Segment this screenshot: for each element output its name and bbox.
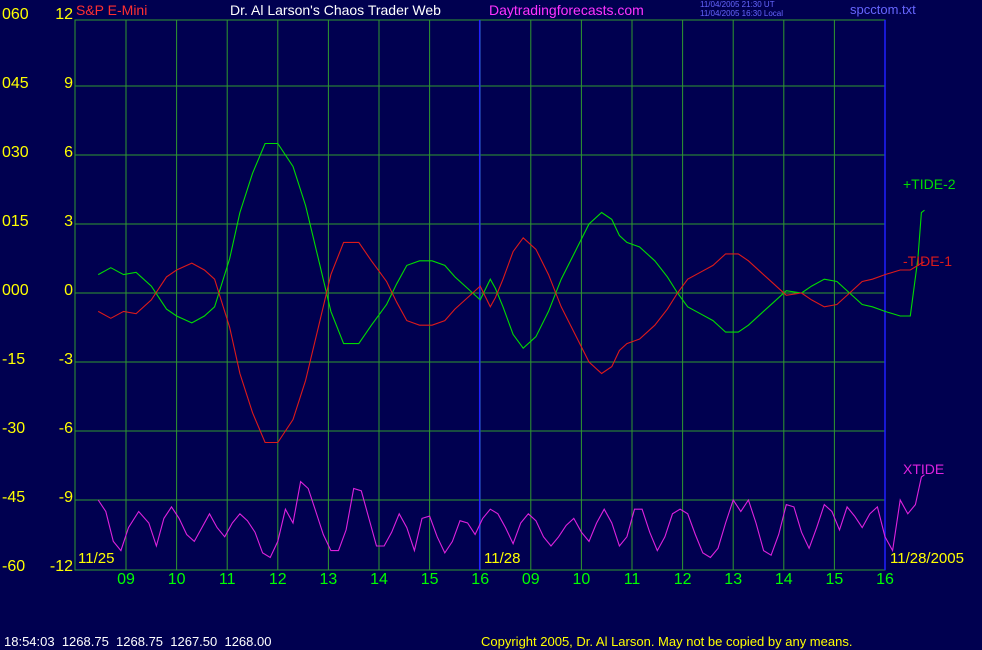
x-tick-label: 10 [572,571,591,588]
y-tick-outer: -30 [2,420,26,437]
legend-xtide: XTIDE [903,461,945,477]
x-tick-label: 14 [774,571,793,588]
x-tick-label: 16 [876,571,894,588]
y-tick-inner: 9 [64,75,73,92]
instrument-label: S&P E-Mini [76,2,148,18]
x-tick-label: 12 [673,571,692,588]
x-tick-label: 09 [117,571,135,588]
x-tick-label: 11 [623,571,641,588]
data-filename: spcctom.txt [850,2,916,17]
x-tick-label: 13 [319,571,338,588]
y-tick-inner: -12 [49,558,73,575]
y-tick-inner: 12 [55,6,73,23]
series-line-0 [97,142,925,350]
x-tick-label: 12 [268,571,287,588]
legend-tide2: +TIDE-2 [903,176,956,192]
grid [74,19,886,571]
y-tick-outer: -45 [2,489,26,506]
x-tick-label: 14 [370,571,388,588]
y-tick-inner: 0 [64,282,73,299]
x-tick-label: 15 [825,571,844,588]
x-tick-label: 10 [167,571,186,588]
copyright-notice: Copyright 2005, Dr. Al Larson. May not b… [481,634,853,649]
y-tick-outer: 015 [2,213,29,230]
series-lines [97,142,925,559]
quote-readout: 18:54:03 1268.75 1268.75 1267.50 1268.00 [4,634,272,649]
y-tick-outer: 060 [2,6,29,23]
y-tick-outer: -60 [2,558,26,575]
timestamp-local: 11/04/2005 16:30 Local [700,9,784,18]
chart-window: S&P E-Mini Dr. Al Larson's Chaos Trader … [0,0,982,650]
series-line-1 [97,236,925,444]
x-tick-label: 09 [521,571,540,588]
legend-tide1: -TIDE-1 [903,253,952,269]
date-label-mid: 11/28 [484,550,521,567]
x-tick-label: 16 [471,571,490,588]
y-tick-outer: 030 [2,144,29,161]
y-tick-inner: -3 [58,351,73,368]
x-tick-label: 15 [420,571,439,588]
site-link[interactable]: Daytradingforecasts.com [489,2,644,18]
y-tick-outer: 045 [2,75,29,92]
timestamp-ut: 11/04/2005 21:30 UT [700,0,775,9]
series-line-2 [97,474,925,559]
y-tick-outer: -15 [2,351,26,368]
date-label-start: 11/25 [78,550,115,567]
chart-title: Dr. Al Larson's Chaos Trader Web [230,2,441,18]
y-tick-outer: 000 [2,282,29,299]
y-tick-inner: 3 [64,213,73,230]
y-tick-inner: -9 [58,489,73,506]
x-tick-label: 13 [724,571,743,588]
date-label-end: 11/28/2005 [890,550,964,567]
y-tick-inner: -6 [58,420,73,437]
x-tick-label: 11 [218,571,236,588]
y-tick-inner: 6 [64,144,73,161]
